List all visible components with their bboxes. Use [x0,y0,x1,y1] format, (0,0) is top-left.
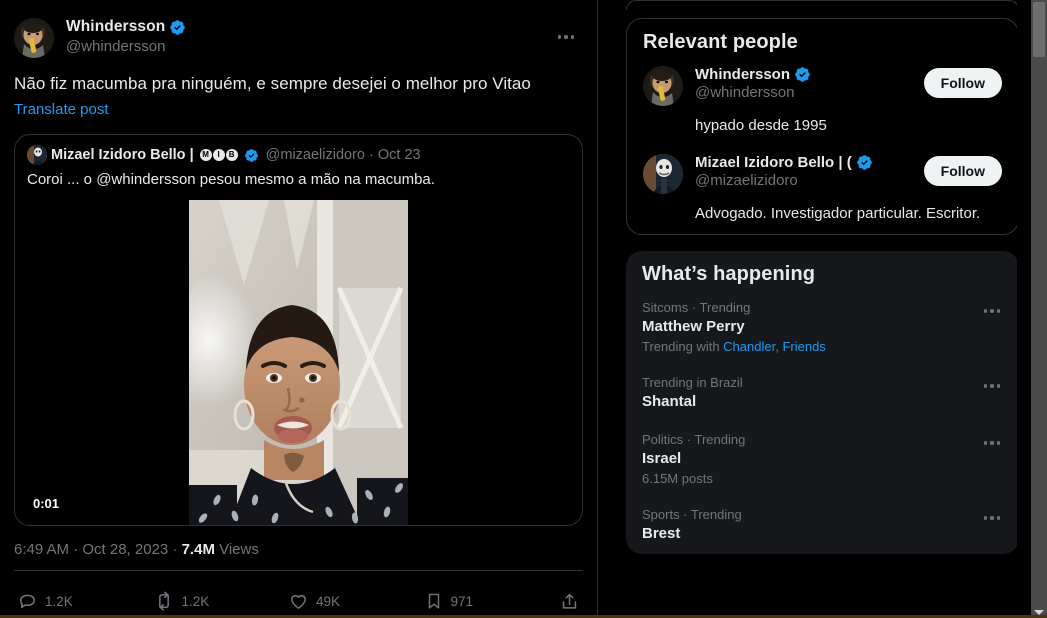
views-label: Views [214,541,259,558]
like-count: 49K [316,593,341,609]
quoted-handle: @mizaelizidoro [265,147,365,163]
trend-link-chandler[interactable]: Chandler [723,339,775,354]
reply-count: 1.2K [45,593,73,609]
avatar[interactable] [643,154,683,194]
person-display-name[interactable]: Whindersson [695,66,790,83]
reply-button[interactable]: 1.2K [18,592,154,611]
trend-category: Sitcoms · Trending [642,300,751,315]
more-horizontal-icon[interactable] [977,300,1007,322]
trend-post-count: 6.15M posts [642,471,713,486]
trend-item[interactable]: Trending in Brazil Shantal [626,365,1019,422]
trend-category: Trending in Brazil [642,375,743,390]
relevant-people-card: Relevant people Whindersson @whindersson… [626,18,1019,235]
author-display-name[interactable]: Whindersson [66,18,165,37]
author-handle[interactable]: @whindersson [66,38,549,56]
circled-letter-b: B [225,149,238,161]
verified-badge-icon [170,20,186,35]
more-horizontal-icon[interactable] [977,507,1007,529]
share-icon [562,593,577,609]
bookmark-icon [428,593,439,609]
trend-category: Sports · Trending [642,507,742,522]
reply-icon [20,594,35,608]
video-thumbnail [189,200,408,525]
heart-icon [291,594,306,609]
more-horizontal-icon[interactable] [977,432,1007,454]
bookmark-count: 971 [450,593,474,609]
right-sidebar: Relevant people Whindersson @whindersson… [598,0,1047,618]
sidebar-right-gutter [1017,0,1031,618]
tweet-metadata: 6:49 AM · Oct 28, 2023 · 7.4M Views [0,526,597,570]
trend-name: Israel [642,450,682,467]
relevant-people-title: Relevant people [643,31,798,53]
circled-letter-i: I [212,149,225,161]
repost-count: 1.2K [181,593,210,609]
trend-item[interactable]: Sitcoms · Trending Matthew Perry Trendin… [626,290,1019,365]
quoted-display-name: Mizael Izidoro Bello | [51,147,194,163]
quoted-tweet[interactable]: Mizael Izidoro Bello | M I B @mizaelizid… [14,134,583,526]
quoted-avatar[interactable] [27,145,47,165]
person-handle: @mizaelizidoro [695,172,798,189]
tweet-author-header: Whindersson @whindersson [0,0,597,58]
trend-item[interactable]: Politics · Trending Israel 6.15M posts [626,422,1019,497]
relevant-person-whindersson[interactable]: Whindersson @whindersson Follow hypado d… [627,58,1018,146]
trend-subtext: Trending with Chandler, Friends [642,339,1003,355]
more-horizontal-icon[interactable] [977,375,1007,397]
video-duration-badge: 0:01 [33,496,60,511]
trend-name: Brest [642,525,681,542]
quoted-tweet-text: Coroi ... o @whindersson pesou mesmo a m… [27,171,435,188]
person-bio: Advogado. Investigador particular. Escri… [695,205,981,222]
partial-card-above [626,0,1019,10]
whats-happening-title: What’s happening [642,263,816,285]
translate-post-link[interactable]: Translate post [0,96,597,120]
follow-button[interactable]: Follow [923,156,1002,186]
views-count: 7.4M [181,541,215,558]
avatar[interactable] [14,18,54,58]
trend-link-friends[interactable]: Friends [782,339,825,354]
author-name-block: Whindersson @whindersson [66,18,549,56]
tweet-timestamp: 6:49 AM · Oct 28, 2023 · [14,541,182,558]
whats-happening-card: What’s happening Sitcoms · Trending Matt… [626,251,1019,554]
tweet-text: Não fiz macumba pra ninguém, e sempre de… [14,74,531,93]
repost-button[interactable]: 1.2K [154,591,290,611]
trend-item[interactable]: Sports · Trending Brest [626,497,1019,554]
share-button[interactable] [560,592,579,611]
verified-badge-icon [244,148,258,162]
follow-button[interactable]: Follow [923,68,1002,98]
trending-with-prefix: Trending with [642,339,724,354]
scrollbar-thumb[interactable] [1033,2,1045,57]
verified-badge-icon [795,67,810,82]
relevant-person-mizael[interactable]: Mizael Izidoro Bello | ( @mizaelizidoro … [627,146,1018,234]
twitter-post-page: Whindersson @whindersson Não fiz macumba… [0,0,1047,618]
person-bio: hypado desde 1995 [695,117,827,134]
verified-badge-icon [856,155,872,170]
circled-letter-m: M [199,149,212,161]
avatar[interactable] [643,66,683,106]
quoted-separator: · [368,147,374,163]
page-scrollbar[interactable] [1031,0,1047,618]
bookmark-button[interactable]: 971 [425,592,561,610]
video-player[interactable]: 0:01 [15,200,582,525]
person-handle: @whindersson [695,84,795,101]
main-column: Whindersson @whindersson Não fiz macumba… [0,0,598,618]
trend-name: Matthew Perry [642,318,745,335]
tweet-actions-bar: 1.2K 1.2K 49K 971 [0,571,597,618]
like-button[interactable]: 49K [289,592,425,611]
quoted-name-badge-letters: M I B [199,149,238,161]
quoted-tweet-header: Mizael Izidoro Bello | M I B @mizaelizid… [15,135,582,165]
trend-category: Politics · Trending [642,432,746,447]
trend-name: Shantal [642,393,697,410]
more-horizontal-icon[interactable] [549,20,583,54]
quoted-date: Oct 23 [377,147,421,163]
retweet-icon [158,591,169,611]
person-display-name[interactable]: Mizael Izidoro Bello | ( [695,154,852,171]
